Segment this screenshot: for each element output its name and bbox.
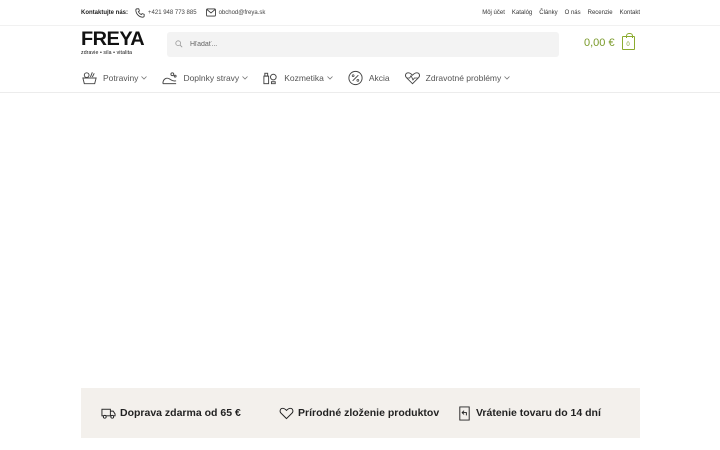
logo-tagline: zdravie • sila • vitalita [81,50,133,56]
topbar-divider [0,25,720,26]
chevron-down-icon [504,76,511,80]
nav-item-doplnky-stravy[interactable]: Doplnky stravy [161,70,248,86]
mail-icon [205,8,217,18]
link-my-account[interactable]: Môj účet [482,10,505,16]
cart[interactable]: 0,00 € 0 [584,33,635,50]
sale-icon [347,70,364,86]
chevron-down-icon [242,76,248,80]
nav-item-potraviny[interactable]: Potraviny [81,70,148,86]
cart-count: 0 [626,42,630,48]
benefit-free-shipping: Doprava zdarma od 65 € [101,406,241,421]
nav-label: Potraviny [103,73,139,83]
contact-label: Kontaktujte nás: [81,10,129,16]
email-link[interactable]: obchod@freya.sk [219,10,266,16]
heart-icon [279,406,294,421]
supplements-icon [161,70,178,86]
nav-item-kozmetika[interactable]: Kozmetika [262,70,333,86]
nav-label: Akcia [368,73,390,83]
phone-icon [135,8,146,18]
nav-item-zdravotne-problemy[interactable]: Zdravotné problémy [404,70,511,86]
account-links: Môj účet Katalóg Články O nás Recenzie K… [482,10,640,16]
main-navigation: Potraviny Doplnky stravy Kozmetika Akcia… [81,68,524,88]
link-reviews[interactable]: Recenzie [588,10,613,16]
cart-bag-icon[interactable]: 0 [621,33,635,50]
cart-total: 0,00 € [584,37,615,49]
phone-link[interactable]: +421 948 773 885 [148,10,197,16]
groceries-icon [81,70,98,86]
benefit-label: Doprava zdarma od 65 € [120,407,241,419]
heartbeat-icon [404,70,421,86]
chevron-down-icon [327,76,333,80]
benefit-natural: Prírodné zloženie produktov [279,406,439,421]
site-logo[interactable]: FREYA zdravie • sila • vitalita [81,29,145,57]
link-about[interactable]: O nás [565,10,581,16]
benefit-label: Vrátenie tovaru do 14 dní [476,407,601,419]
top-bar: Kontaktujte nás: +421 948 773 885 obchod… [81,6,640,20]
link-articles[interactable]: Články [539,10,557,16]
link-catalog[interactable]: Katalóg [512,10,532,16]
chevron-down-icon [141,76,148,80]
link-contact[interactable]: Kontakt [620,10,640,16]
nav-label: Zdravotné problémy [425,73,502,83]
return-icon [457,405,472,421]
search-icon [175,39,185,50]
truck-icon [101,406,116,421]
search-bar[interactable] [167,32,559,57]
nav-divider [0,92,720,93]
logo-brand: FREYA [81,29,145,50]
nav-item-akcia[interactable]: Akcia [347,70,390,86]
benefit-returns: Vrátenie tovaru do 14 dní [457,405,601,421]
benefits-bar: Doprava zdarma od 65 € Prírodné zloženie… [81,388,640,438]
benefit-label: Prírodné zloženie produktov [298,407,440,419]
cosmetics-icon [262,70,279,86]
nav-label: Doplnky stravy [183,73,240,83]
search-input[interactable] [190,41,530,48]
nav-label: Kozmetika [284,73,324,83]
